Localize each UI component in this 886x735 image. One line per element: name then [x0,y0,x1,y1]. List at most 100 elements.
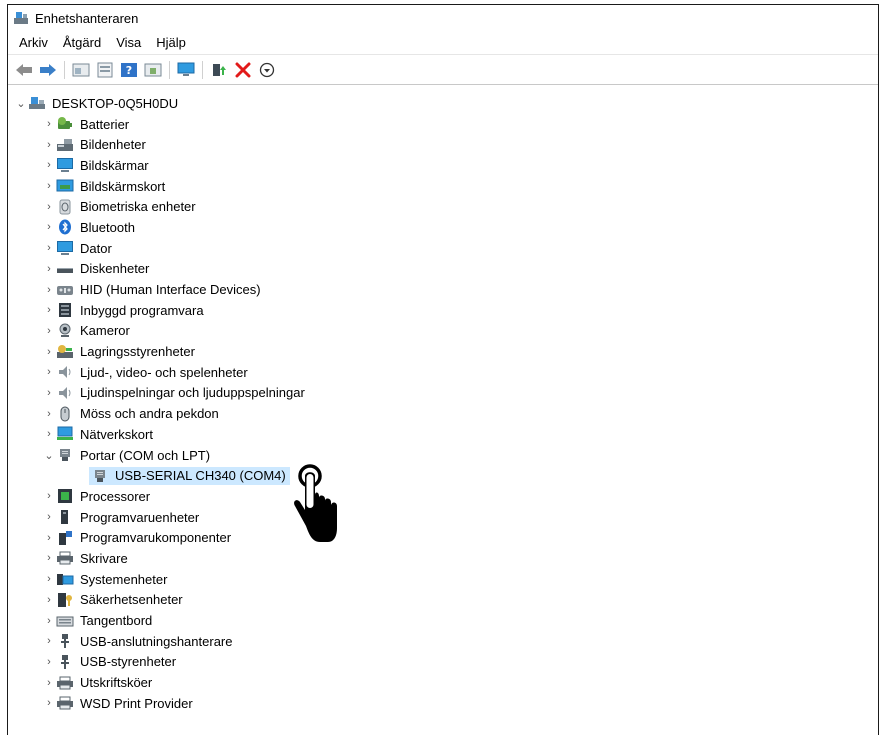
uninstall-x-icon[interactable] [233,60,253,80]
chevron-right-icon[interactable]: › [42,242,56,254]
disk-drive-icon [56,261,74,277]
chevron-right-icon[interactable]: › [42,304,56,316]
chevron-right-icon[interactable]: › [42,387,56,399]
forward-arrow-icon[interactable] [38,60,58,80]
tree-item-programvarukomponenter[interactable]: › Programvarukomponenter [8,527,878,548]
tree-item-ljud-video[interactable]: › Ljud-, video- och spelenheter [8,362,878,383]
tree-item-bildskarmskort[interactable]: › Bildskärmskort [8,176,878,197]
chevron-right-icon[interactable]: › [42,635,56,647]
fingerprint-icon [56,199,74,215]
chevron-right-icon[interactable]: › [42,552,56,564]
tree-item-usb-styrenheter[interactable]: › USB-styrenheter [8,652,878,673]
chevron-right-icon[interactable]: › [42,490,56,502]
tree-item-usb-serial-ch340[interactable]: USB-SERIAL CH340 (COM4) [8,465,878,486]
chevron-down-icon[interactable]: ⌄ [14,97,28,110]
chevron-right-icon[interactable]: › [42,201,56,213]
tree-item-wsd-print-provider[interactable]: › WSD Print Provider [8,693,878,714]
chevron-right-icon[interactable]: › [42,573,56,585]
chevron-down-icon[interactable]: ⌄ [42,449,56,462]
tree-item-systemenheter[interactable]: › Systemenheter [8,569,878,590]
computer-view-icon[interactable] [95,60,115,80]
menu-arkiv[interactable]: Arkiv [13,33,57,52]
chevron-right-icon[interactable]: › [42,677,56,689]
network-adapter-icon [56,426,74,442]
tree-item-processorer[interactable]: › Processorer [8,486,878,507]
tree-item-label: Bildenheter [80,137,146,153]
tree-item-diskenheter[interactable]: › Diskenheter [8,259,878,280]
tree-item-label: Skrivare [80,550,128,566]
chevron-right-icon[interactable]: › [42,366,56,378]
tree-item-bildskarmar[interactable]: › Bildskärmar [8,155,878,176]
tree-item-usb-anslutning[interactable]: › USB-anslutningshanterare [8,631,878,652]
tree-item-batterier[interactable]: › Batterier [8,114,878,135]
port-icon [56,447,74,463]
chevron-right-icon[interactable]: › [42,180,56,192]
tree-item-ljudinspelningar[interactable]: › Ljudinspelningar och ljuduppspelningar [8,383,878,404]
chevron-right-icon[interactable]: › [42,139,56,151]
chevron-right-icon[interactable]: › [42,615,56,627]
chevron-right-icon[interactable]: › [42,221,56,233]
chevron-right-icon[interactable]: › [42,118,56,130]
menu-atgard[interactable]: Åtgärd [57,33,110,52]
tree-item-label: USB-SERIAL CH340 (COM4) [115,468,286,484]
tree-item-portar[interactable]: ⌄ Portar (COM och LPT) [8,445,878,466]
tree-item-programvaruenheter[interactable]: › Programvaruenheter [8,507,878,528]
chevron-right-icon[interactable]: › [42,428,56,440]
chevron-right-icon[interactable]: › [42,346,56,358]
tree-item-label: Dator [80,240,112,256]
download-icon[interactable] [257,60,277,80]
tree-item-label: Ljud-, video- och spelenheter [80,364,248,380]
update-driver-icon[interactable] [209,60,229,80]
hid-icon [56,282,74,298]
computer-icon [56,240,74,256]
chevron-right-icon[interactable]: › [42,159,56,171]
tree-item-tangentbord[interactable]: › Tangentbord [8,610,878,631]
selected-item-highlight[interactable]: USB-SERIAL CH340 (COM4) [89,466,290,485]
tree-item-bildenheter[interactable]: › Bildenheter [8,134,878,155]
tree-item-utskriftskoer[interactable]: › Utskriftsköer [8,672,878,693]
tree-item-label: Lagringsstyrenheter [80,344,195,360]
chevron-right-icon[interactable]: › [42,284,56,296]
tree-item-lagring[interactable]: › Lagringsstyrenheter [8,341,878,362]
usb-icon [56,654,74,670]
tree-item-label: Bildskärmskort [80,178,166,194]
back-arrow-icon[interactable] [14,60,34,80]
tree-item-dator[interactable]: › Dator [8,238,878,259]
chevron-right-icon[interactable]: › [42,656,56,668]
monitor-icon [56,157,74,173]
tree-item-label: Möss och andra pekdon [80,406,219,422]
tree-item-kameror[interactable]: › Kameror [8,321,878,342]
chevron-right-icon[interactable]: › [42,263,56,275]
details-icon[interactable] [143,60,163,80]
monitor-scan-icon[interactable] [176,60,196,80]
computer-root-icon [28,95,46,111]
tree-item-inbyggd[interactable]: › Inbyggd programvara [8,300,878,321]
tree-item-label: Processorer [80,488,151,504]
chevron-right-icon[interactable]: › [42,325,56,337]
chevron-right-icon[interactable]: › [42,594,56,606]
chevron-right-icon[interactable]: › [42,532,56,544]
tree-item-hid[interactable]: › HID (Human Interface Devices) [8,279,878,300]
menu-visa[interactable]: Visa [110,33,150,52]
bluetooth-icon [56,219,74,235]
svg-text:?: ? [126,64,132,77]
toolbar: ? [8,55,878,85]
printer-icon [56,695,74,711]
chevron-right-icon[interactable]: › [42,408,56,420]
properties-icon[interactable] [71,60,91,80]
tree-item-label: Programvarukomponenter [80,530,232,546]
tree-item-skrivare[interactable]: › Skrivare [8,548,878,569]
chevron-right-icon[interactable]: › [42,511,56,523]
tree-item-moss[interactable]: › Möss och andra pekdon [8,403,878,424]
tree-item-label: Tangentbord [80,613,153,629]
tree-root[interactable]: ⌄ DESKTOP-0Q5H0DU [8,93,878,114]
tree-item-biometriska[interactable]: › Biometriska enheter [8,196,878,217]
tree-item-natverkskort[interactable]: › Nätverkskort [8,424,878,445]
system-device-icon [56,571,74,587]
chevron-right-icon[interactable]: › [42,697,56,709]
device-tree: ⌄ DESKTOP-0Q5H0DU › Batterier › Bildenhe… [8,93,878,714]
help-icon[interactable]: ? [119,60,139,80]
tree-item-bluetooth[interactable]: › Bluetooth [8,217,878,238]
menu-hjalp[interactable]: Hjälp [150,33,195,52]
tree-item-sakerhetsenheter[interactable]: › Säkerhetsenheter [8,590,878,611]
